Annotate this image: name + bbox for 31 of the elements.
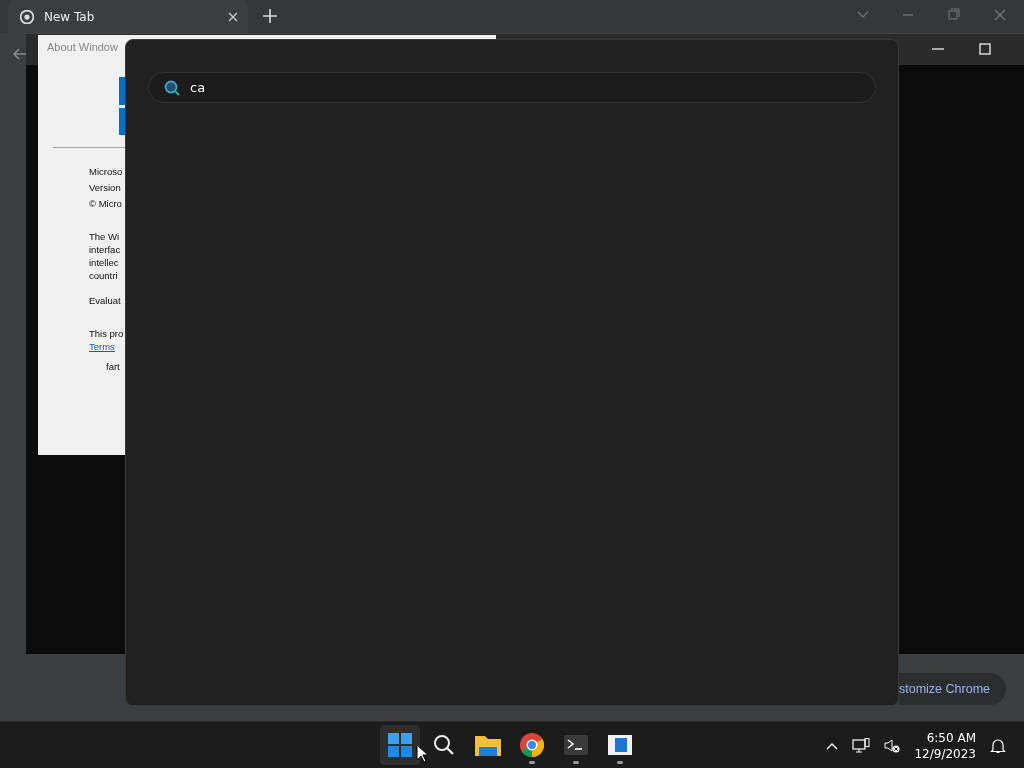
plus-icon[interactable]	[262, 8, 278, 24]
bell-icon[interactable]	[990, 737, 1006, 754]
back-arrow-icon[interactable]	[12, 46, 28, 62]
chrome-icon	[20, 9, 34, 24]
clock[interactable]: 6:50 AM 12/9/2023	[914, 729, 976, 762]
dialog-title: About Window	[47, 41, 118, 53]
search-icon	[433, 734, 455, 756]
dialog-text: Evaluat	[89, 294, 121, 307]
terminal-icon	[564, 735, 588, 755]
dialog-text: © Micro	[89, 197, 122, 210]
dialog-text: Microso	[89, 165, 123, 178]
search-bar[interactable]: ca	[148, 72, 876, 103]
close-icon[interactable]	[228, 11, 238, 22]
speaker-muted-icon[interactable]	[884, 737, 901, 754]
dialog-text: fart	[106, 360, 120, 373]
terms-link[interactable]: Terms	[89, 340, 115, 353]
search-icon	[164, 79, 180, 96]
browser-tab[interactable]: New Tab	[8, 0, 248, 33]
customize-chrome-button[interactable]: stomize Chrome	[899, 673, 1006, 705]
window-app-icon	[608, 735, 632, 755]
mouse-cursor-icon	[416, 744, 428, 763]
chrome-icon	[520, 733, 544, 757]
network-monitor-icon[interactable]	[852, 737, 871, 754]
chevron-up-icon[interactable]	[826, 741, 839, 750]
dialog-text: This pro	[89, 327, 124, 340]
folder-icon	[475, 734, 501, 756]
maximize-icon[interactable]	[978, 42, 992, 56]
dialog-text: Version	[89, 181, 121, 194]
windows-logo-icon	[388, 733, 412, 757]
dialog-paragraph: The Wi interfac intellec countri	[89, 230, 121, 282]
search-field[interactable]: ca	[190, 80, 790, 95]
